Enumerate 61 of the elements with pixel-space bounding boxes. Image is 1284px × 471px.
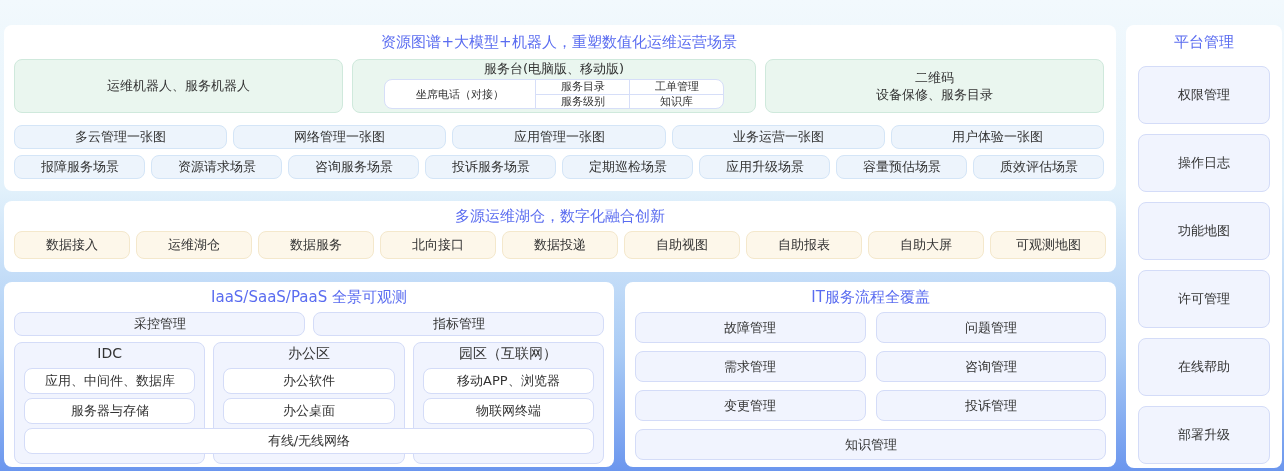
lake-item[interactable]: 北向接口 [380, 231, 496, 259]
lake-item[interactable]: 自助大屏 [868, 231, 984, 259]
map-item[interactable]: 应用管理一张图 [452, 125, 666, 149]
process-item[interactable]: 咨询管理 [875, 351, 1106, 382]
zone-title: IDC [96, 344, 123, 363]
table-cell-text: 服务目录 [559, 80, 606, 94]
lake-item[interactable]: 数据服务 [258, 231, 374, 259]
map-item[interactable]: 网络管理一张图 [233, 125, 447, 149]
table-cell: 坐席电话（对接） [385, 80, 536, 108]
table-cell: 服务级别 [536, 93, 629, 108]
lake-item[interactable]: 运维湖仓 [136, 231, 252, 259]
process-item[interactable]: 变更管理 [635, 390, 866, 421]
platform-item[interactable]: 在线帮助 [1138, 338, 1270, 396]
process-item[interactable]: 需求管理 [635, 351, 866, 382]
section-title: IT服务流程全覆盖 [810, 287, 931, 308]
scene-item[interactable]: 咨询服务场景 [288, 155, 419, 179]
table-cell-text: 工单管理 [653, 80, 700, 94]
table-cell: 知识库 [630, 93, 723, 108]
lake-item[interactable]: 数据投递 [502, 231, 618, 259]
platform-item[interactable]: 部署升级 [1138, 406, 1270, 464]
map-item[interactable]: 用户体验一张图 [890, 125, 1104, 149]
zone-title: 园区（互联网） [458, 344, 559, 363]
map-item[interactable]: 业务运营一张图 [671, 125, 885, 149]
scene-item[interactable]: 质效评估场景 [973, 155, 1104, 179]
zone-item[interactable]: 办公桌面 [223, 398, 395, 424]
management-item[interactable]: 指标管理 [313, 312, 604, 336]
scene-item[interactable]: 容量预估场景 [836, 155, 967, 179]
section-title: 平台管理 [1173, 32, 1235, 53]
management-item[interactable]: 采控管理 [14, 312, 305, 336]
scene-item[interactable]: 定期巡检场景 [562, 155, 693, 179]
process-item[interactable]: 故障管理 [635, 312, 866, 343]
scene-item[interactable]: 报障服务场景 [14, 155, 145, 179]
process-item[interactable]: 投诉管理 [875, 390, 1106, 421]
scene-item[interactable]: 投诉服务场景 [425, 155, 556, 179]
section-title: IaaS/SaaS/PaaS 全景可观测 [210, 287, 408, 308]
zone-item[interactable]: 办公软件 [223, 368, 395, 394]
lake-item[interactable]: 可观测地图 [990, 231, 1106, 259]
scene-item[interactable]: 资源请求场景 [151, 155, 282, 179]
lake-item[interactable]: 自助报表 [746, 231, 862, 259]
platform-item[interactable]: 许可管理 [1138, 270, 1270, 328]
process-item[interactable]: 问题管理 [875, 312, 1106, 343]
section-title: 资源图谱+大模型+机器人，重塑数值化运维运营场景 [380, 32, 738, 53]
platform-item[interactable]: 功能地图 [1138, 202, 1270, 260]
network-item[interactable]: 有线/无线网络 [24, 428, 594, 454]
platform-item[interactable]: 权限管理 [1138, 66, 1270, 124]
zone-title: 办公区 [287, 344, 331, 363]
zone-item[interactable]: 应用、中间件、数据库 [24, 368, 196, 394]
zone-item[interactable]: 物联网终端 [422, 398, 594, 424]
lake-item[interactable]: 数据接入 [14, 231, 130, 259]
card-title: 服务台(电脑版、移动版) [483, 61, 625, 77]
zone-item[interactable]: 服务器与存储 [24, 398, 196, 424]
scene-item[interactable]: 应用升级场景 [699, 155, 830, 179]
card-title: 二维码 [915, 69, 954, 86]
section-title: 多源运维湖仓，数字化融合创新 [454, 206, 666, 227]
process-item[interactable]: 知识管理 [635, 429, 1106, 460]
card-subtitle: 设备保修、服务目录 [876, 86, 993, 103]
lake-item[interactable]: 自助视图 [624, 231, 740, 259]
card-label: 运维机器人、服务机器人 [107, 77, 250, 95]
map-item[interactable]: 多云管理一张图 [14, 125, 228, 149]
zone-item[interactable]: 移动APP、浏览器 [422, 368, 594, 394]
platform-item[interactable]: 操作日志 [1138, 134, 1270, 192]
